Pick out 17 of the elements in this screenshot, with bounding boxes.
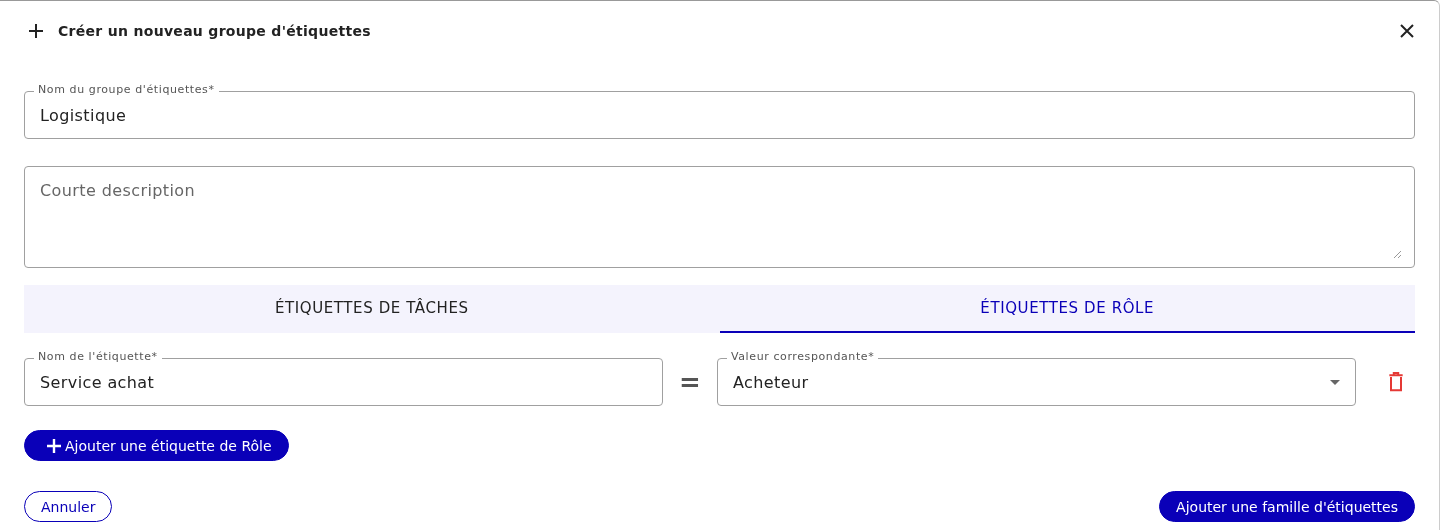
- add-tag-button[interactable]: Ajouter une étiquette de Rôle: [24, 430, 289, 461]
- delete-button[interactable]: [1387, 372, 1405, 392]
- submit-button[interactable]: Ajouter une famille d'étiquettes: [1159, 491, 1415, 522]
- tab[interactable]: ÉTIQUETTES DE TÂCHES: [24, 285, 720, 333]
- field-label: Valeur correspondante*: [727, 350, 879, 364]
- resize-grip-icon[interactable]: [1393, 250, 1401, 258]
- description-field[interactable]: Courte description: [24, 166, 1415, 268]
- tab[interactable]: ÉTIQUETTES DE RÔLE: [719, 285, 1415, 333]
- field-label: Nom de l'étiquette*: [34, 350, 162, 364]
- plus-icon: [47, 438, 61, 453]
- cancel-button[interactable]: Annuler: [24, 491, 113, 522]
- field-label: Nom du groupe d'étiquettes*: [34, 83, 219, 97]
- plus-icon: [28, 23, 44, 39]
- dialog-title: Créer un nouveau groupe d'étiquettes: [58, 23, 372, 39]
- close-button[interactable]: [1399, 23, 1415, 39]
- equals-sign: =: [678, 367, 702, 397]
- dropdown-caret-icon: [1330, 380, 1340, 385]
